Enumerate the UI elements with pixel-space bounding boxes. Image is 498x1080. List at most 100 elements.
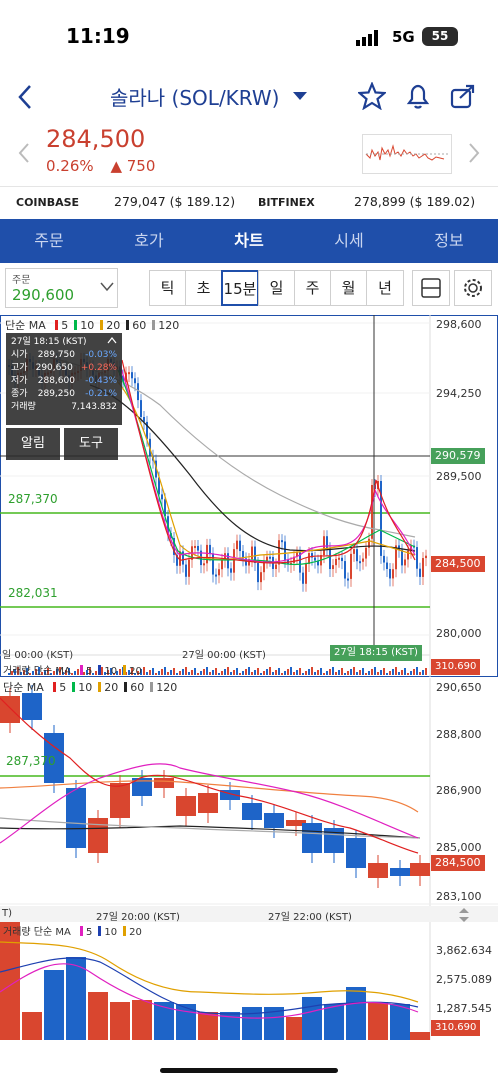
tooltip-rows: 시가 289,750 -0.03% 고가 290,650 +0.28% 저가 288,600-… — [11, 349, 117, 401]
exchange-bar: COINBASE 279,047 ($ 189.12) BITFINEX 278… — [0, 186, 498, 218]
candle — [305, 564, 307, 584]
tab-chart[interactable]: 차트 — [214, 219, 284, 263]
volume-bar — [365, 673, 367, 675]
candle — [371, 485, 373, 539]
volume-bar — [167, 672, 169, 675]
tooltip-title: 27일 18:15 (KST) — [11, 337, 87, 347]
crosshair-price-tag: 290,579 — [431, 448, 485, 464]
legend-label: 10 — [80, 319, 95, 332]
next-coin-icon[interactable] — [468, 142, 480, 164]
volume-bar — [299, 668, 301, 675]
volume-legend-prefix: 거래량 단순 MA — [3, 666, 71, 677]
chevron-down-icon[interactable] — [293, 92, 307, 102]
ma-legend-items: 5 10 20 60 120 — [47, 681, 177, 694]
volume-bar — [236, 668, 238, 675]
y-tick: 3,862.634 — [436, 944, 492, 957]
app-header: 솔라나 (SOL/KRW) — [0, 72, 498, 122]
tab-orderbook[interactable]: 호가 — [114, 219, 184, 263]
volume-bar — [368, 1002, 388, 1040]
volume-bar — [263, 671, 265, 675]
volume-bar — [374, 667, 376, 675]
tab-info[interactable]: 정보 — [414, 219, 484, 263]
candle — [22, 693, 42, 720]
interval-second[interactable]: 초 — [185, 270, 222, 306]
tab-order[interactable]: 주문 — [14, 219, 84, 263]
volume-legend-prefix: 거래량 단순 MA — [3, 927, 71, 938]
interval-tick[interactable]: 틱 — [149, 270, 186, 306]
tab-market[interactable]: 시세 — [314, 219, 384, 263]
volume-bar — [362, 668, 364, 675]
candle — [383, 555, 385, 563]
tools-button[interactable]: 도구 — [64, 428, 118, 460]
back-icon[interactable] — [16, 84, 34, 110]
x-label: 27일 00:00 (KST) — [182, 650, 266, 661]
candle — [212, 553, 214, 575]
resize-handle-icon[interactable] — [458, 908, 470, 922]
status-bar: 11:19 5G 55 — [0, 0, 498, 72]
candle — [346, 838, 366, 868]
legend-swatch — [150, 682, 154, 692]
candle — [332, 565, 334, 570]
alert-button[interactable]: 알림 — [6, 428, 60, 460]
layout-button[interactable] — [412, 270, 450, 306]
volume-bar — [254, 670, 256, 675]
settings-button[interactable] — [454, 270, 492, 306]
legend-swatch — [80, 926, 84, 936]
candle — [416, 547, 418, 569]
volume-bar — [173, 668, 175, 675]
star-icon[interactable] — [358, 82, 386, 110]
candle — [66, 788, 86, 848]
volume-bar — [146, 672, 148, 675]
zoom-chart[interactable] — [0, 678, 498, 908]
current-price-tag: 284,500 — [431, 556, 485, 572]
candle — [257, 563, 259, 583]
candle — [302, 823, 322, 853]
candle — [230, 568, 232, 573]
volume-bar — [206, 667, 208, 675]
candle — [239, 540, 241, 552]
interval-15min[interactable]: 15분 — [221, 270, 259, 306]
candle — [206, 544, 208, 564]
volume-bar — [356, 672, 358, 675]
page-title[interactable]: 솔라나 (SOL/KRW) — [110, 82, 279, 111]
interval-day[interactable]: 일 — [258, 270, 295, 306]
candle — [236, 540, 238, 550]
chevron-up-icon[interactable] — [107, 336, 117, 344]
volume-chart[interactable] — [0, 922, 498, 1040]
legend-swatch — [74, 320, 78, 330]
volume-bar — [257, 668, 259, 675]
volume-bar — [305, 671, 307, 675]
volume-bar — [251, 672, 253, 675]
legend-swatch — [80, 665, 84, 675]
candle — [338, 557, 340, 560]
interval-week[interactable]: 주 — [294, 270, 331, 306]
interval-month[interactable]: 월 — [330, 270, 367, 306]
order-price-select[interactable]: 주문 290,600 — [5, 268, 118, 308]
legend-label: 120 — [156, 681, 178, 694]
volume-bar — [266, 669, 268, 675]
level-label: 287,370 — [6, 754, 56, 768]
volume-bar — [152, 668, 154, 675]
volume-bar — [242, 1007, 262, 1040]
legend-label: 5 — [86, 927, 93, 938]
volume-bar — [395, 667, 397, 675]
volume-bar — [383, 668, 385, 675]
volume-bar — [317, 670, 319, 675]
volume-tag: 310.690 — [431, 659, 481, 675]
volume-bar — [269, 667, 271, 675]
tooltip-row-value: 288,600 — [37, 376, 75, 386]
bell-icon[interactable] — [404, 82, 432, 110]
prev-coin-icon[interactable] — [18, 142, 30, 164]
volume-bar — [290, 667, 292, 675]
candle — [0, 696, 20, 723]
interval-year[interactable]: 년 — [366, 270, 404, 306]
volume-bar — [248, 667, 250, 675]
legend-swatch — [126, 320, 130, 330]
price-change: 0.26% ▲ 750 — [46, 157, 155, 175]
volume-bar — [245, 669, 247, 675]
tooltip-volume-row: 거래량 7,143.832 — [11, 401, 117, 414]
volume-bar — [155, 673, 157, 675]
share-icon[interactable] — [449, 82, 477, 110]
volume-bar — [302, 997, 322, 1040]
candle — [356, 549, 358, 562]
